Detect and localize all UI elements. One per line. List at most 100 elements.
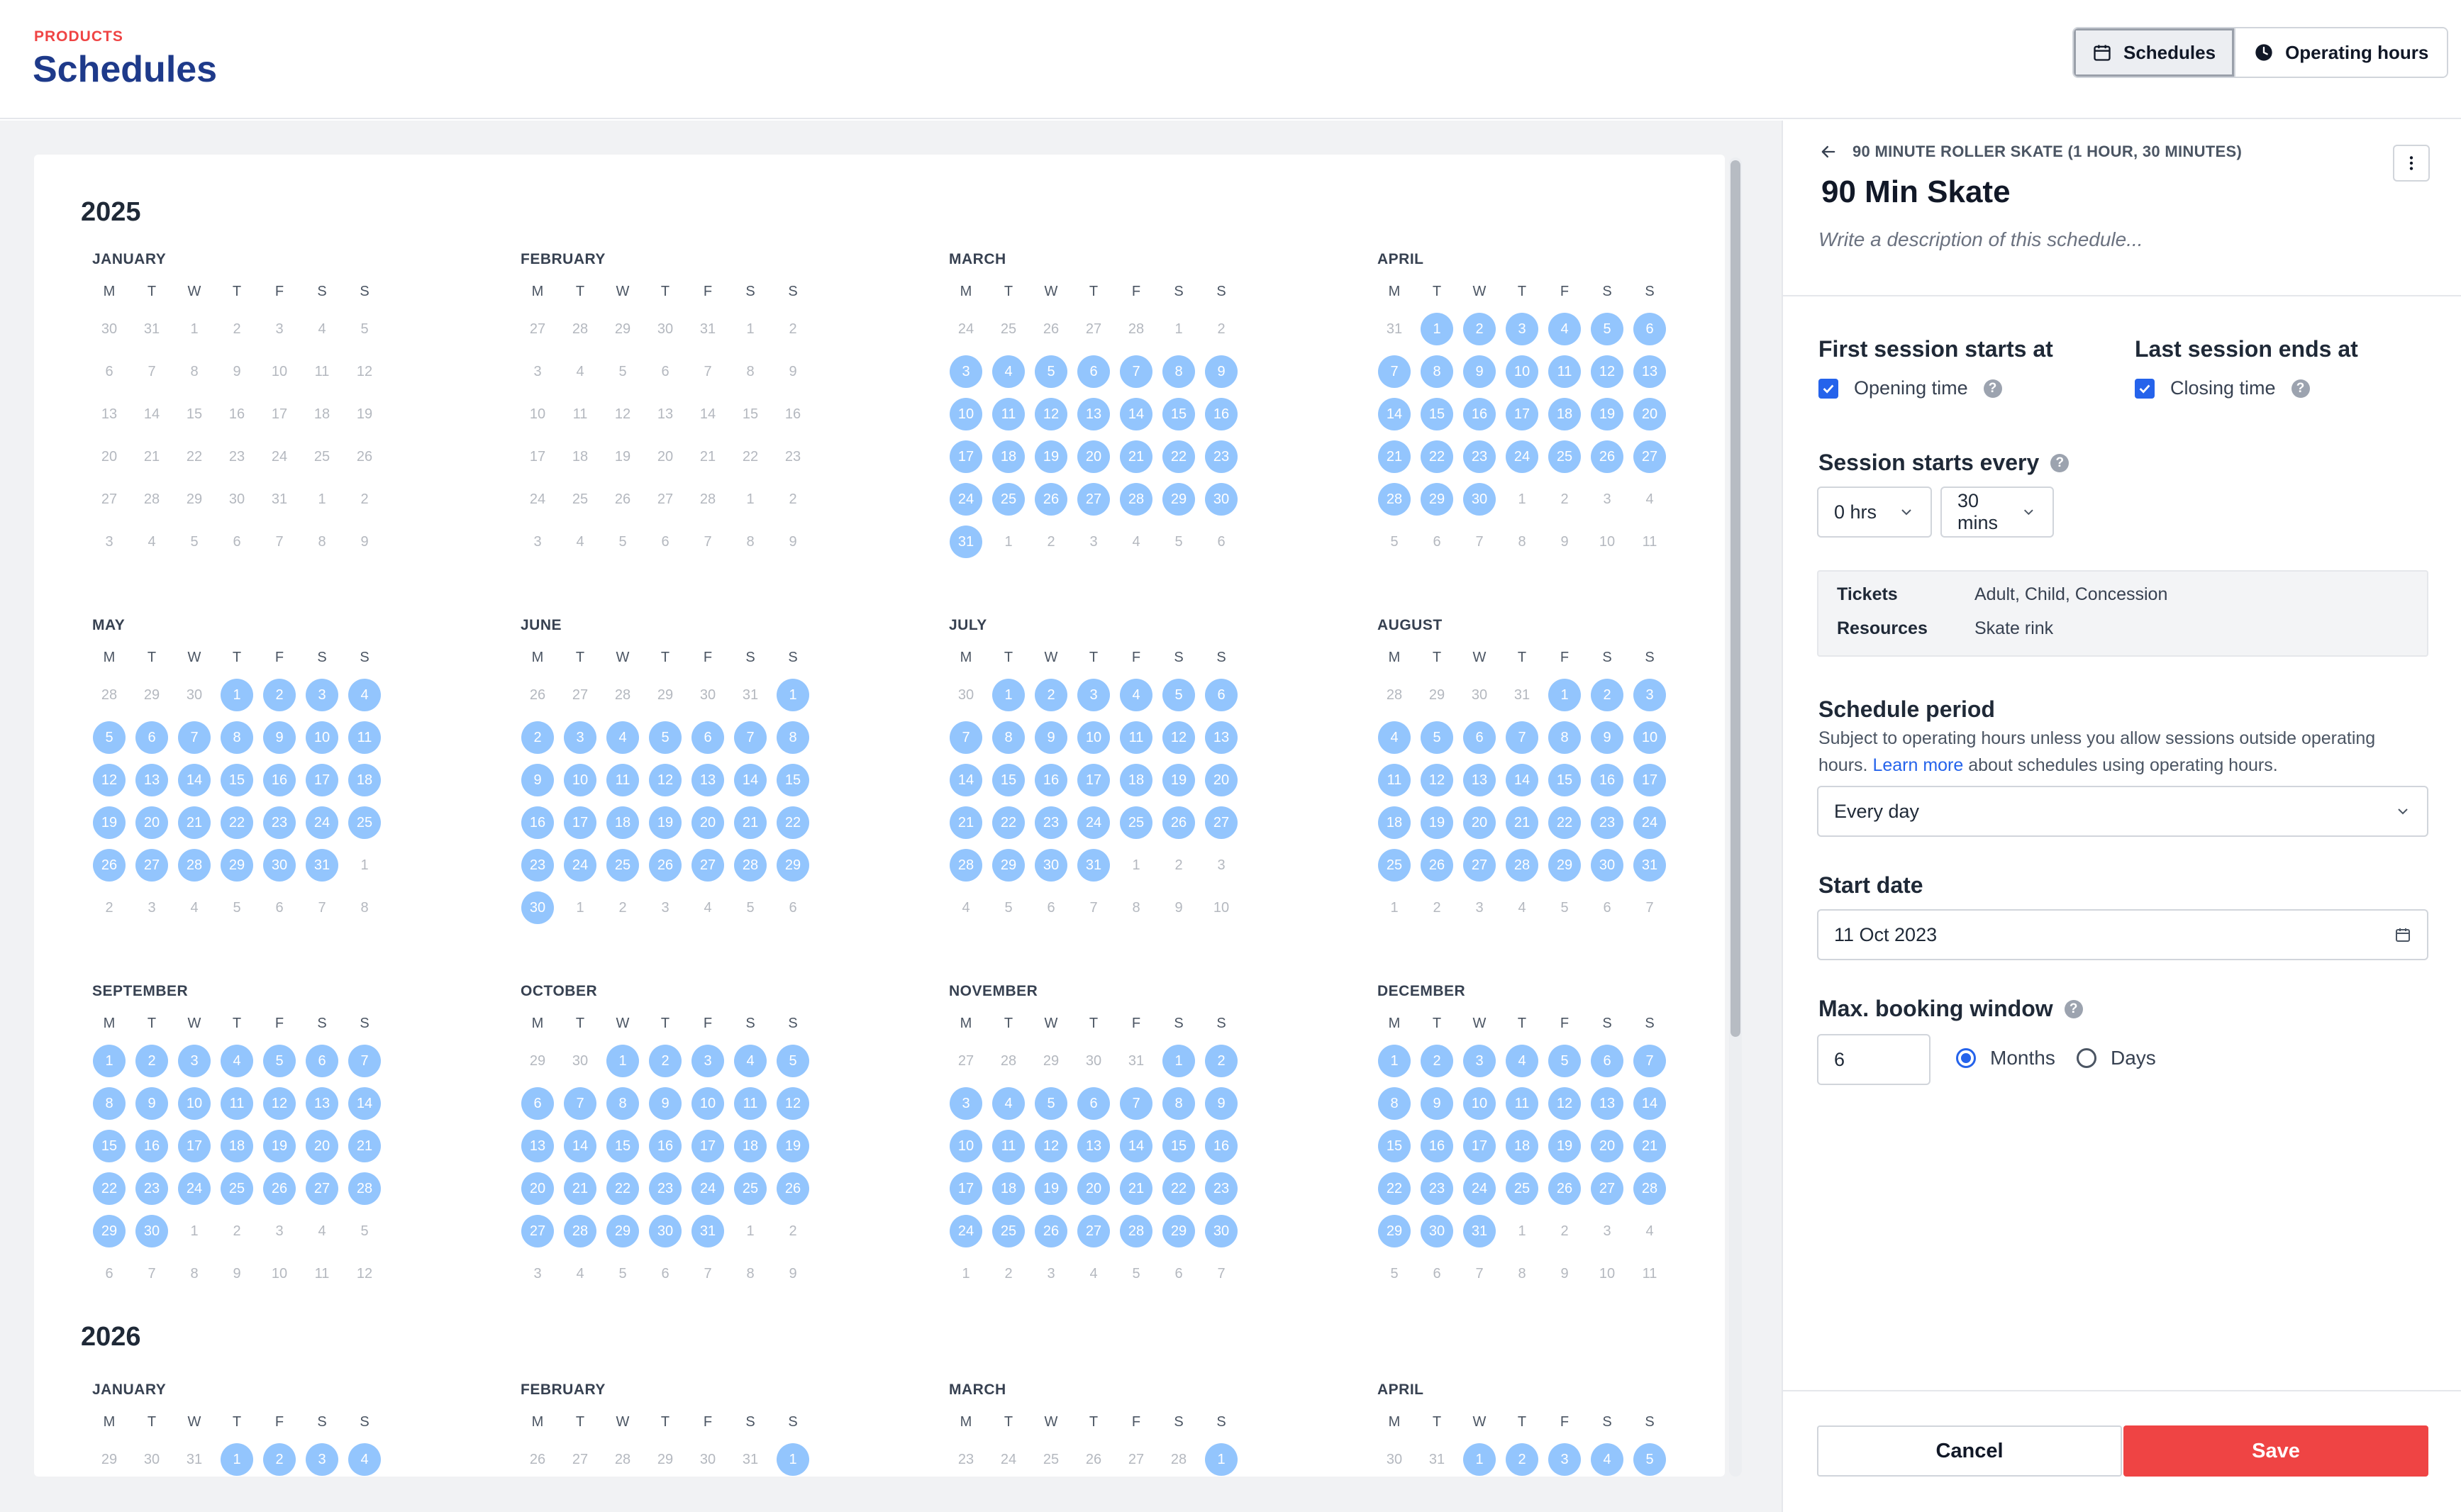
scheduled-day[interactable]: 21: [564, 1172, 596, 1205]
scheduled-day[interactable]: 25: [1506, 1172, 1538, 1205]
scheduled-day[interactable]: 23: [1463, 440, 1496, 473]
scheduled-day[interactable]: 20: [1077, 440, 1110, 473]
scheduled-day[interactable]: 2: [1591, 679, 1623, 711]
scheduled-day[interactable]: 29: [606, 1215, 639, 1247]
tab-schedules[interactable]: Schedules: [2074, 28, 2235, 77]
scheduled-day[interactable]: 23: [1205, 440, 1238, 473]
scheduled-day[interactable]: 5: [1633, 1443, 1666, 1476]
scheduled-day[interactable]: 12: [1162, 721, 1195, 754]
scheduled-day[interactable]: 26: [1548, 1172, 1581, 1205]
scheduled-day[interactable]: 18: [1378, 806, 1411, 839]
scheduled-day[interactable]: 10: [1077, 721, 1110, 754]
scheduled-day[interactable]: 10: [950, 398, 982, 430]
opening-time-checkbox[interactable]: [1818, 378, 1838, 399]
scheduled-day[interactable]: 15: [777, 764, 809, 796]
scheduled-day[interactable]: 23: [1421, 1172, 1453, 1205]
scheduled-day[interactable]: 30: [135, 1215, 168, 1247]
scheduled-day[interactable]: 21: [1633, 1130, 1666, 1162]
scheduled-day[interactable]: 12: [1548, 1087, 1581, 1120]
scheduled-day[interactable]: 25: [734, 1172, 767, 1205]
scheduled-day[interactable]: 23: [1591, 806, 1623, 839]
scheduled-day[interactable]: 19: [649, 806, 682, 839]
scheduled-day[interactable]: 9: [1463, 355, 1496, 388]
scheduled-day[interactable]: 15: [1378, 1130, 1411, 1162]
scheduled-day[interactable]: 12: [1035, 1130, 1067, 1162]
scheduled-day[interactable]: 8: [1548, 721, 1581, 754]
help-icon[interactable]: ?: [2291, 379, 2310, 398]
scheduled-day[interactable]: 26: [93, 849, 126, 882]
scheduled-day[interactable]: 26: [649, 849, 682, 882]
scheduled-day[interactable]: 10: [691, 1087, 724, 1120]
scheduled-day[interactable]: 28: [1378, 483, 1411, 516]
calendar-icon[interactable]: [2394, 926, 2411, 943]
scheduled-day[interactable]: 29: [1162, 1215, 1195, 1247]
closing-time-checkbox-row[interactable]: Closing time ?: [2135, 377, 2310, 399]
scheduled-day[interactable]: 13: [1077, 398, 1110, 430]
scheduled-day[interactable]: 9: [263, 721, 296, 754]
scheduled-day[interactable]: 29: [1421, 483, 1453, 516]
closing-time-checkbox[interactable]: [2135, 378, 2155, 399]
scheduled-day[interactable]: 11: [348, 721, 381, 754]
scheduled-day[interactable]: 13: [306, 1087, 338, 1120]
scheduled-day[interactable]: 13: [521, 1130, 554, 1162]
scheduled-day[interactable]: 24: [1077, 806, 1110, 839]
scheduled-day[interactable]: 11: [734, 1087, 767, 1120]
scheduled-day[interactable]: 16: [1463, 398, 1496, 430]
scheduled-day[interactable]: 1: [777, 679, 809, 711]
scheduled-day[interactable]: 29: [992, 849, 1025, 882]
scheduled-day[interactable]: 17: [306, 764, 338, 796]
scheduled-day[interactable]: 8: [221, 721, 253, 754]
scheduled-day[interactable]: 27: [1077, 1215, 1110, 1247]
scheduled-day[interactable]: 1: [777, 1443, 809, 1476]
scheduled-day[interactable]: 7: [564, 1087, 596, 1120]
scheduled-day[interactable]: 5: [1035, 1087, 1067, 1120]
scheduled-day[interactable]: 2: [1421, 1045, 1453, 1077]
help-icon[interactable]: ?: [2064, 999, 2083, 1018]
scheduled-day[interactable]: 27: [306, 1172, 338, 1205]
scheduled-day[interactable]: 30: [649, 1215, 682, 1247]
scheduled-day[interactable]: 10: [306, 721, 338, 754]
scheduled-day[interactable]: 3: [1548, 1443, 1581, 1476]
scheduled-day[interactable]: 19: [93, 806, 126, 839]
scheduled-day[interactable]: 6: [1077, 1087, 1110, 1120]
scheduled-day[interactable]: 11: [992, 398, 1025, 430]
scheduled-day[interactable]: 6: [1633, 313, 1666, 345]
scheduled-day[interactable]: 17: [950, 440, 982, 473]
scheduled-day[interactable]: 17: [178, 1130, 211, 1162]
scheduled-day[interactable]: 24: [1463, 1172, 1496, 1205]
start-date-input[interactable]: 11 Oct 2023: [1817, 909, 2428, 960]
scheduled-day[interactable]: 20: [1591, 1130, 1623, 1162]
scheduled-day[interactable]: 5: [1035, 355, 1067, 388]
scheduled-day[interactable]: 30: [521, 891, 554, 924]
scheduled-day[interactable]: 31: [1633, 849, 1666, 882]
tab-operating-hours[interactable]: Operating hours: [2234, 28, 2448, 77]
scheduled-day[interactable]: 17: [1463, 1130, 1496, 1162]
scheduled-day[interactable]: 6: [1591, 1045, 1623, 1077]
scheduled-day[interactable]: 3: [306, 1443, 338, 1476]
scheduled-day[interactable]: 19: [1591, 398, 1623, 430]
scheduled-day[interactable]: 24: [306, 806, 338, 839]
learn-more-link[interactable]: Learn more: [1872, 755, 1963, 775]
scheduled-day[interactable]: 24: [950, 1215, 982, 1247]
scheduled-day[interactable]: 16: [1421, 1130, 1453, 1162]
scheduled-day[interactable]: 7: [348, 1045, 381, 1077]
scheduled-day[interactable]: 20: [521, 1172, 554, 1205]
scheduled-day[interactable]: 18: [348, 764, 381, 796]
scheduled-day[interactable]: 29: [1548, 849, 1581, 882]
scheduled-day[interactable]: 5: [1548, 1045, 1581, 1077]
scheduled-day[interactable]: 31: [306, 849, 338, 882]
scheduled-day[interactable]: 14: [1378, 398, 1411, 430]
scheduled-day[interactable]: 2: [1035, 679, 1067, 711]
scheduled-day[interactable]: 16: [1205, 1130, 1238, 1162]
scheduled-day[interactable]: 4: [1378, 721, 1411, 754]
scheduled-day[interactable]: 3: [306, 679, 338, 711]
scheduled-day[interactable]: 25: [992, 483, 1025, 516]
scheduled-day[interactable]: 2: [1205, 1045, 1238, 1077]
more-options-button[interactable]: [2393, 145, 2430, 182]
scheduled-day[interactable]: 10: [564, 764, 596, 796]
scheduled-day[interactable]: 3: [950, 1087, 982, 1120]
scheduled-day[interactable]: 12: [1591, 355, 1623, 388]
scheduled-day[interactable]: 26: [263, 1172, 296, 1205]
scheduled-day[interactable]: 17: [1077, 764, 1110, 796]
scrollbar-thumb[interactable]: [1731, 160, 1740, 1037]
